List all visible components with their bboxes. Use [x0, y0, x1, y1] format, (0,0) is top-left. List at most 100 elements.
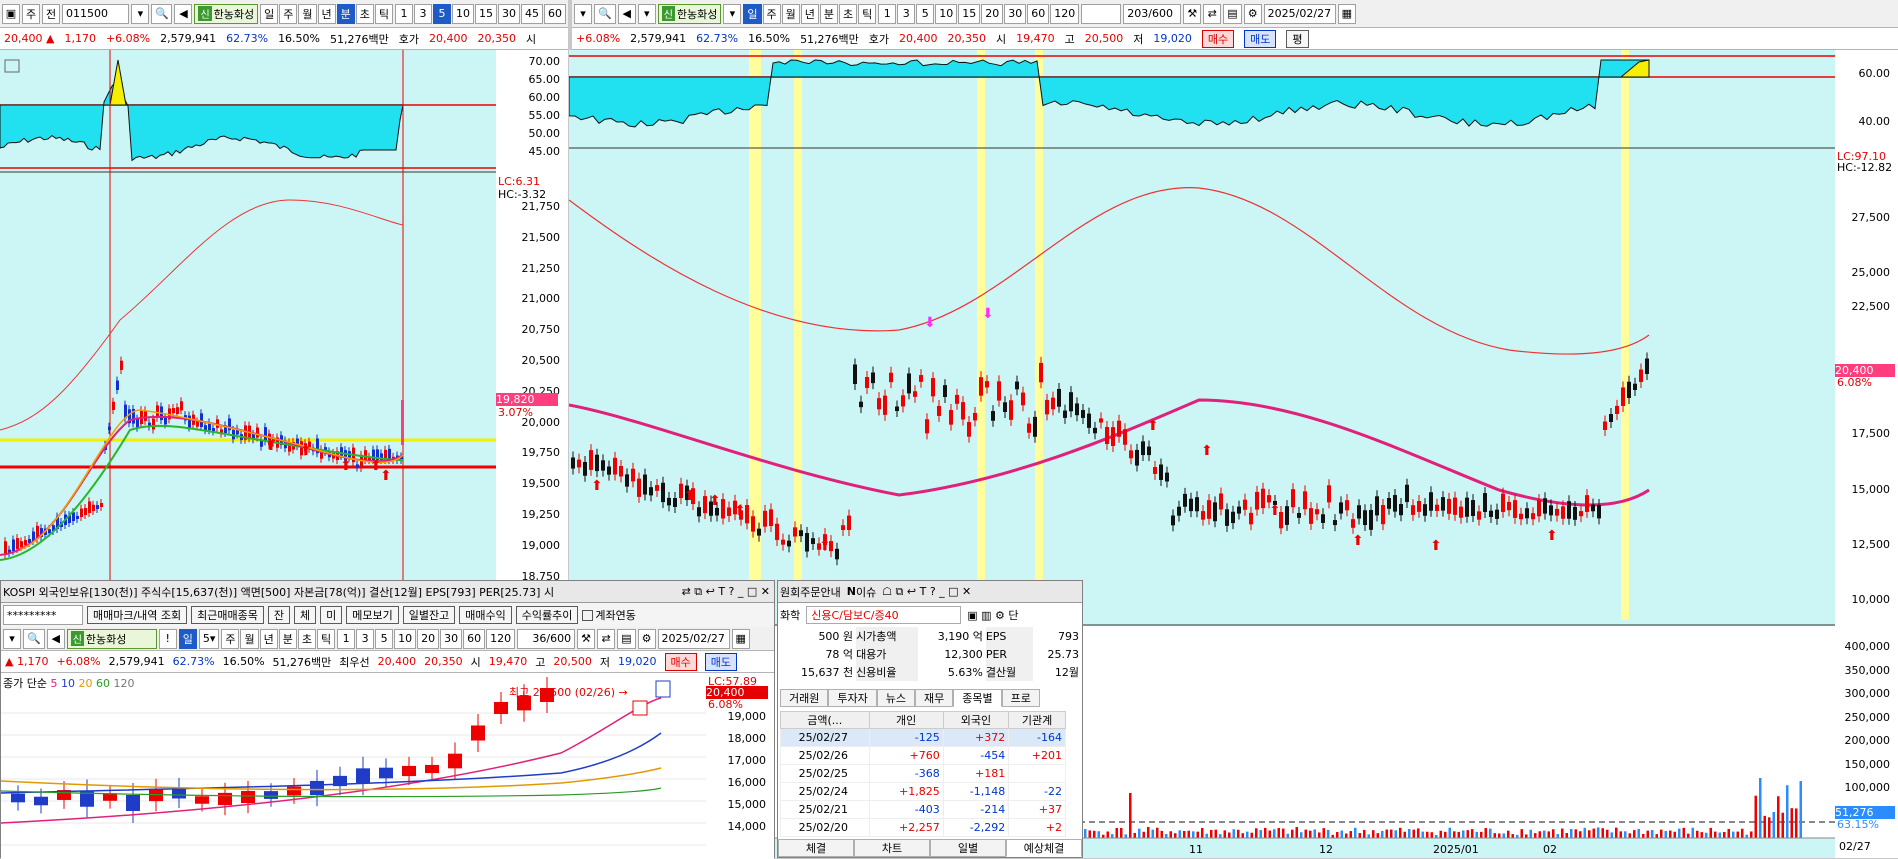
- compare-icon[interactable]: ⇄: [597, 628, 616, 649]
- dropdown-icon[interactable]: ▾: [723, 3, 742, 24]
- period-button-6[interactable]: 틱: [374, 3, 393, 24]
- save-icon[interactable]: ▤: [617, 628, 636, 649]
- search-icon[interactable]: 🔍: [23, 628, 45, 649]
- date-input[interactable]: 2025/02/27: [1263, 3, 1336, 24]
- stock-name[interactable]: 신 한농화성: [194, 3, 259, 24]
- sound-icon[interactable]: ◀: [174, 3, 193, 24]
- calendar-icon[interactable]: ▦: [731, 628, 750, 649]
- daily-balance-button[interactable]: 일별잔고: [402, 606, 456, 624]
- eval-button[interactable]: 평: [1286, 29, 1309, 48]
- save-icon[interactable]: ▤: [1223, 3, 1242, 24]
- investor-header[interactable]: 기관계: [1008, 711, 1066, 729]
- search-icon[interactable]: 🔍: [594, 3, 616, 24]
- buy-button[interactable]: 매수: [664, 652, 697, 671]
- stock-name[interactable]: 신 한농화성: [657, 3, 722, 24]
- interval-button-7[interactable]: 60: [1027, 3, 1050, 24]
- table-row[interactable]: 25/02/20 +2,257 -2,292 +2: [780, 818, 1066, 837]
- period-button-2[interactable]: 월: [781, 3, 800, 24]
- interval-button-4[interactable]: 15: [958, 3, 981, 24]
- gear-icon[interactable]: ⚙: [1243, 3, 1262, 24]
- calendar-icon[interactable]: ▦: [1337, 3, 1357, 24]
- info-tab-3[interactable]: 재무: [915, 689, 954, 707]
- stock-code-input[interactable]: 011500: [62, 3, 130, 24]
- sell-button[interactable]: 매도: [1244, 29, 1277, 48]
- search-icon[interactable]: 🔍: [151, 3, 173, 24]
- blank-input[interactable]: [1081, 3, 1122, 24]
- balance-m-button[interactable]: 미: [320, 606, 343, 624]
- period-button-6[interactable]: 틱: [858, 3, 877, 24]
- window-icon[interactable]: ▣: [2, 3, 20, 24]
- account-link-checkbox[interactable]: 계좌연동: [582, 607, 636, 623]
- period-button-2[interactable]: 년: [259, 628, 278, 649]
- period-button-4[interactable]: 초: [297, 628, 316, 649]
- period-button-0[interactable]: 일: [743, 3, 762, 24]
- info-tab-1[interactable]: 투자자: [828, 689, 877, 707]
- interval-button-0[interactable]: 1: [395, 3, 413, 24]
- interval-button-5[interactable]: 30: [498, 3, 520, 24]
- info-icons[interactable]: ▣ ▥ ⚙ 단: [967, 607, 1018, 623]
- period-button-0[interactable]: 일: [260, 3, 279, 24]
- interval-button-7[interactable]: 60: [544, 3, 566, 24]
- table-row[interactable]: 25/02/24 +1,825 -1,148 -22: [780, 782, 1066, 801]
- buy-button[interactable]: 매수: [1201, 29, 1235, 48]
- compare-icon[interactable]: ⇄: [1203, 3, 1222, 24]
- investor-header[interactable]: 외국인: [942, 711, 1010, 729]
- interval-button-0[interactable]: 1: [878, 3, 897, 24]
- count-input[interactable]: 36/600: [517, 628, 576, 649]
- table-row[interactable]: 25/02/21 -403 -214 +37: [780, 800, 1066, 819]
- period-button-3[interactable]: 년: [317, 3, 336, 24]
- period-button-4[interactable]: 분: [336, 3, 355, 24]
- interval-button-0[interactable]: 1: [337, 628, 356, 649]
- period-button-0[interactable]: 주: [221, 628, 240, 649]
- dropdown-icon[interactable]: ▾: [3, 628, 21, 649]
- alert-button[interactable]: !: [158, 628, 177, 649]
- date-input[interactable]: 2025/02/27: [657, 628, 730, 649]
- info-tab-0[interactable]: 거래원: [780, 689, 829, 707]
- period-button-5[interactable]: 초: [839, 3, 858, 24]
- interval-button-8[interactable]: 120: [1050, 3, 1080, 24]
- interval-button-1[interactable]: 3: [897, 3, 916, 24]
- interval-button-3[interactable]: 10: [394, 628, 417, 649]
- period-button-3[interactable]: 분: [278, 628, 297, 649]
- bottom-tab-0[interactable]: 체결: [778, 839, 854, 857]
- account-mask[interactable]: *********: [3, 605, 83, 625]
- period-button-4[interactable]: 분: [819, 3, 839, 24]
- dropdown-icon[interactable]: ▾: [637, 3, 656, 24]
- balance-j-button[interactable]: 잔: [267, 606, 291, 624]
- table-row[interactable]: 25/02/27 -125 +372 -164: [780, 728, 1066, 747]
- window-controls[interactable]: ⇄ ⧉ ↩ T ? _ □ ✕: [681, 584, 770, 599]
- period-button-1[interactable]: 월: [240, 628, 259, 649]
- balance-c-button[interactable]: 체: [294, 606, 317, 624]
- notice-label[interactable]: 원회주문안내: [780, 584, 841, 600]
- interval-button-7[interactable]: 120: [486, 628, 516, 649]
- investor-header[interactable]: 개인: [868, 711, 944, 729]
- interval-button-2[interactable]: 5: [375, 628, 394, 649]
- interval-button-1[interactable]: 3: [356, 628, 375, 649]
- interval-button-4[interactable]: 15: [475, 3, 497, 24]
- prev-button[interactable]: 전: [42, 3, 60, 24]
- bottom-tab-3[interactable]: 예상체결: [1006, 839, 1082, 857]
- return-trend-button[interactable]: 수익률추이: [515, 606, 579, 624]
- mini-chart[interactable]: 종가 단순 5 10 20 60 120 최고 20,500 (02/26) →: [1, 673, 706, 859]
- tools-icon[interactable]: ⚒: [1183, 3, 1202, 24]
- trade-mark-button[interactable]: 매매마크/내역 조회: [87, 606, 188, 624]
- interval-button-5[interactable]: 30: [440, 628, 463, 649]
- table-row[interactable]: 25/02/25 -368 +181: [780, 764, 1066, 783]
- sell-button[interactable]: 매도: [704, 652, 738, 671]
- interval-button-2[interactable]: 5: [433, 3, 451, 24]
- interval-select[interactable]: 5 ▾: [198, 628, 220, 649]
- sound-icon[interactable]: ◀: [46, 628, 65, 649]
- left-minute-chart[interactable]: ⬆ ⬆ ⬆ ⬆ ⬆: [0, 50, 496, 580]
- dropdown-icon[interactable]: ▾: [574, 3, 592, 24]
- info-tab-4[interactable]: 종목별: [953, 689, 1002, 707]
- bottom-tab-2[interactable]: 일별: [930, 839, 1006, 857]
- stock-name[interactable]: 신 한농화성: [66, 628, 157, 649]
- investor-header[interactable]: 금액(...: [780, 711, 870, 729]
- interval-button-4[interactable]: 20: [417, 628, 440, 649]
- interval-button-1[interactable]: 3: [414, 3, 432, 24]
- tools-icon[interactable]: ⚒: [577, 628, 596, 649]
- period-button-2[interactable]: 월: [298, 3, 317, 24]
- period-button-3[interactable]: 년: [800, 3, 819, 24]
- window-controls[interactable]: ☖ ⧉ ↩ T ? _ □ ✕: [882, 585, 971, 599]
- interval-button-2[interactable]: 5: [916, 3, 935, 24]
